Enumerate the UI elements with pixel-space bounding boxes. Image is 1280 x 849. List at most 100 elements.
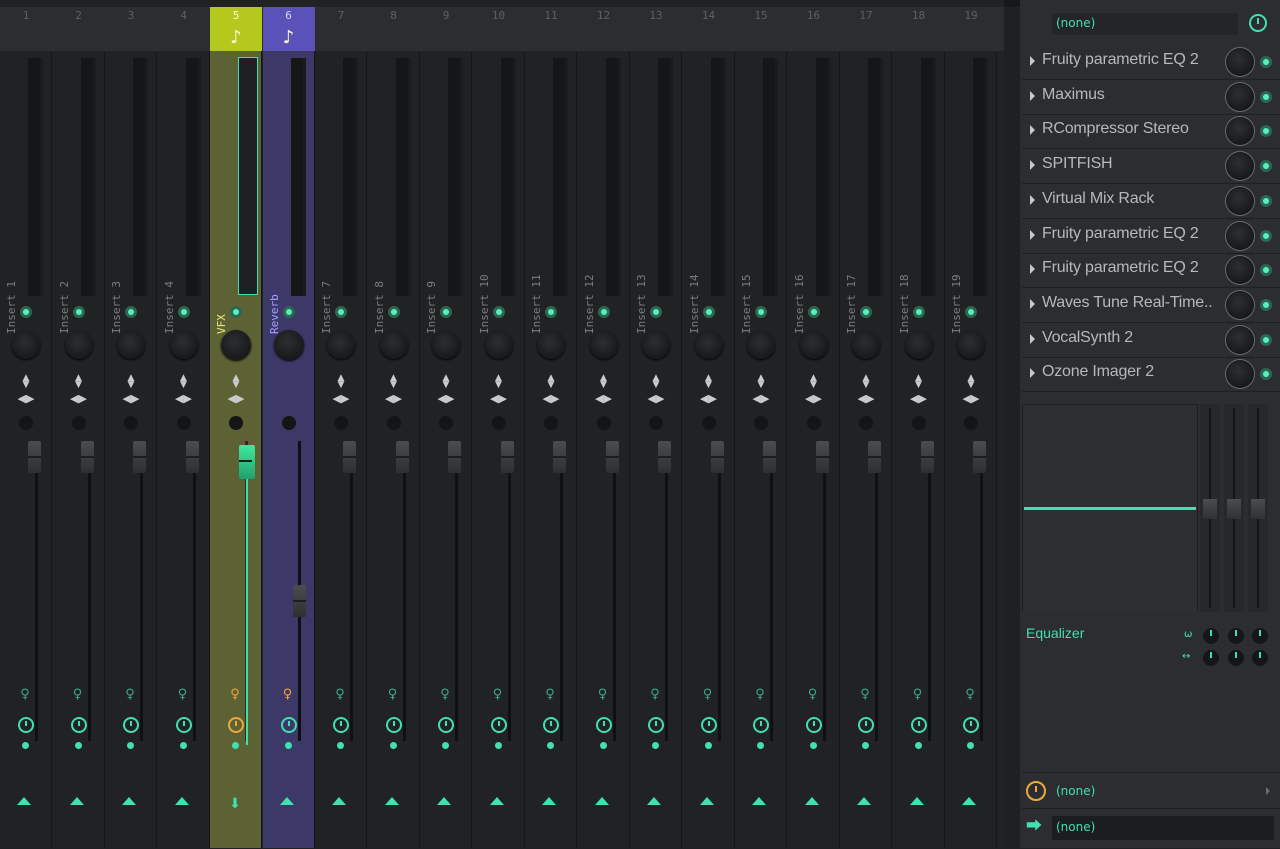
stereo-separation-icon[interactable]: ◀▶	[17, 393, 35, 404]
volume-fader[interactable]	[239, 445, 255, 479]
route-arrow-icon[interactable]	[647, 797, 661, 805]
mixer-track[interactable]: 15 Insert 15 ▲ ▼ ◀▶ ♀	[735, 7, 787, 848]
led-icon[interactable]	[912, 306, 925, 318]
led-icon[interactable]	[965, 306, 977, 318]
swap-icon[interactable]: ▲ ▼	[545, 374, 557, 390]
plugin-name[interactable]: Maximus	[1042, 86, 1105, 104]
pan-knob[interactable]	[169, 331, 198, 359]
route-arrow-icon[interactable]	[804, 797, 819, 805]
insert-slot[interactable]: SPITFISH	[1022, 149, 1280, 185]
stereo-separation-icon[interactable]: ◀▶	[805, 393, 823, 404]
lightbulb-icon[interactable]: ♀	[649, 687, 661, 703]
eq-freq-knob-mid[interactable]	[1228, 628, 1244, 644]
volume-fader[interactable]	[80, 441, 94, 473]
route-arrow-icon[interactable]	[752, 797, 766, 805]
mix-knob[interactable]	[1226, 117, 1254, 146]
stereo-separation-icon[interactable]: ◀▶	[647, 393, 665, 404]
swap-icon[interactable]: ▲ ▼	[230, 374, 242, 390]
clock-icon[interactable]	[123, 717, 139, 733]
stereo-knob[interactable]	[491, 416, 506, 430]
lightbulb-icon[interactable]: ♀	[282, 687, 294, 703]
led-icon[interactable]	[597, 306, 610, 318]
pan-knob[interactable]	[589, 331, 618, 359]
track-name[interactable]: Insert 13	[635, 222, 649, 334]
record-dot[interactable]	[599, 742, 607, 749]
stereo-knob[interactable]	[649, 416, 663, 430]
stereo-separation-icon[interactable]: ◀▶	[910, 393, 928, 404]
lightbulb-icon[interactable]: ♀	[72, 687, 84, 703]
mixer-track[interactable]: 4 Insert 4 ▲ ▼ ◀▶ ♀	[158, 7, 210, 848]
mix-knob[interactable]	[1226, 256, 1254, 285]
expand-arrow-icon[interactable]	[1030, 333, 1035, 344]
swap-icon[interactable]: ▲ ▼	[440, 374, 452, 390]
route-arrow-icon[interactable]	[489, 797, 504, 805]
eq-bw-knob-mid[interactable]	[1228, 650, 1244, 666]
mixer-track[interactable]: 11 Insert 11 ▲ ▼ ◀▶ ♀	[525, 7, 577, 848]
record-dot[interactable]	[232, 742, 239, 749]
lightbulb-icon[interactable]: ♀	[387, 687, 399, 703]
insert-slot[interactable]: RCompressor Stereo	[1022, 114, 1280, 150]
mix-knob[interactable]	[1226, 325, 1254, 354]
swap-icon[interactable]: ▲ ▼	[860, 374, 872, 390]
route-arrow-icon[interactable]	[69, 797, 84, 805]
pan-knob[interactable]	[852, 331, 880, 359]
pan-knob[interactable]	[64, 331, 93, 359]
stereo-knob[interactable]	[176, 416, 191, 430]
led-icon[interactable]	[282, 306, 295, 318]
route-arrow-icon[interactable]	[594, 797, 609, 805]
track-name[interactable]: Insert 4	[163, 222, 177, 334]
record-dot[interactable]	[757, 742, 764, 749]
track-name[interactable]: Insert 7	[320, 222, 334, 334]
mixer-track[interactable]: 6 ♪ Reverb ♀	[262, 7, 315, 848]
swap-icon[interactable]: ▲ ▼	[755, 374, 767, 390]
volume-fader[interactable]	[763, 441, 776, 473]
plugin-name[interactable]: Ozone Imager 2	[1042, 363, 1154, 381]
led-icon[interactable]	[1260, 298, 1272, 311]
stereo-knob[interactable]	[334, 416, 348, 430]
record-dot[interactable]	[652, 742, 659, 749]
volume-fader[interactable]	[185, 441, 199, 473]
pan-knob[interactable]	[379, 331, 408, 359]
track-name[interactable]: Insert 8	[373, 222, 387, 334]
record-dot[interactable]	[74, 742, 82, 749]
led-icon[interactable]	[755, 306, 767, 318]
volume-fader[interactable]	[292, 585, 306, 617]
swap-icon[interactable]: ▲ ▼	[125, 374, 137, 390]
route-arrow-icon[interactable]	[332, 797, 346, 805]
swap-icon[interactable]: ▲ ▼	[703, 374, 715, 390]
lightbulb-icon[interactable]: ♀	[439, 687, 451, 703]
lightbulb-icon[interactable]: ♀	[702, 687, 714, 703]
record-dot[interactable]	[284, 742, 292, 749]
lightbulb-icon[interactable]: ♀	[807, 687, 819, 703]
stereo-separation-icon[interactable]: ◀▶	[227, 393, 245, 404]
insert-slot[interactable]: Fruity parametric EQ 2	[1022, 219, 1280, 254]
eq-freq-knob-high[interactable]	[1252, 628, 1268, 644]
clock-icon[interactable]	[910, 717, 927, 733]
plugin-name[interactable]: Virtual Mix Rack	[1042, 190, 1154, 208]
record-dot[interactable]	[862, 742, 869, 749]
lightbulb-icon[interactable]: ♀	[544, 687, 556, 703]
plugin-name[interactable]: Waves Tune Real-Time..	[1042, 294, 1213, 312]
track-name[interactable]: Insert 3	[110, 222, 124, 334]
clock-icon[interactable]	[858, 717, 874, 733]
track-name[interactable]: Reverb	[268, 222, 282, 334]
eq-band-slider-mid[interactable]	[1224, 404, 1244, 612]
stereo-knob[interactable]	[386, 416, 401, 430]
expand-arrow-icon[interactable]	[1030, 194, 1035, 205]
insert-slot[interactable]: Waves Tune Real-Time..	[1022, 288, 1280, 323]
record-dot[interactable]	[547, 742, 554, 749]
led-icon[interactable]	[1260, 264, 1272, 277]
stereo-separation-icon[interactable]: ◀▶	[595, 393, 613, 404]
insert-slot[interactable]: Fruity parametric EQ 2	[1022, 253, 1280, 289]
clock-icon[interactable]	[805, 717, 822, 733]
clock-icon[interactable]	[333, 717, 349, 733]
led-icon[interactable]	[1260, 194, 1272, 207]
expand-arrow-icon[interactable]	[1030, 264, 1035, 275]
pan-knob[interactable]	[327, 331, 355, 359]
record-dot[interactable]	[967, 742, 974, 749]
lightbulb-icon[interactable]: ♀	[964, 687, 976, 703]
input-select[interactable]: (none)	[1056, 784, 1095, 798]
expand-arrow-icon[interactable]	[1030, 125, 1035, 136]
pan-knob[interactable]	[957, 331, 985, 359]
led-icon[interactable]	[1260, 229, 1272, 242]
